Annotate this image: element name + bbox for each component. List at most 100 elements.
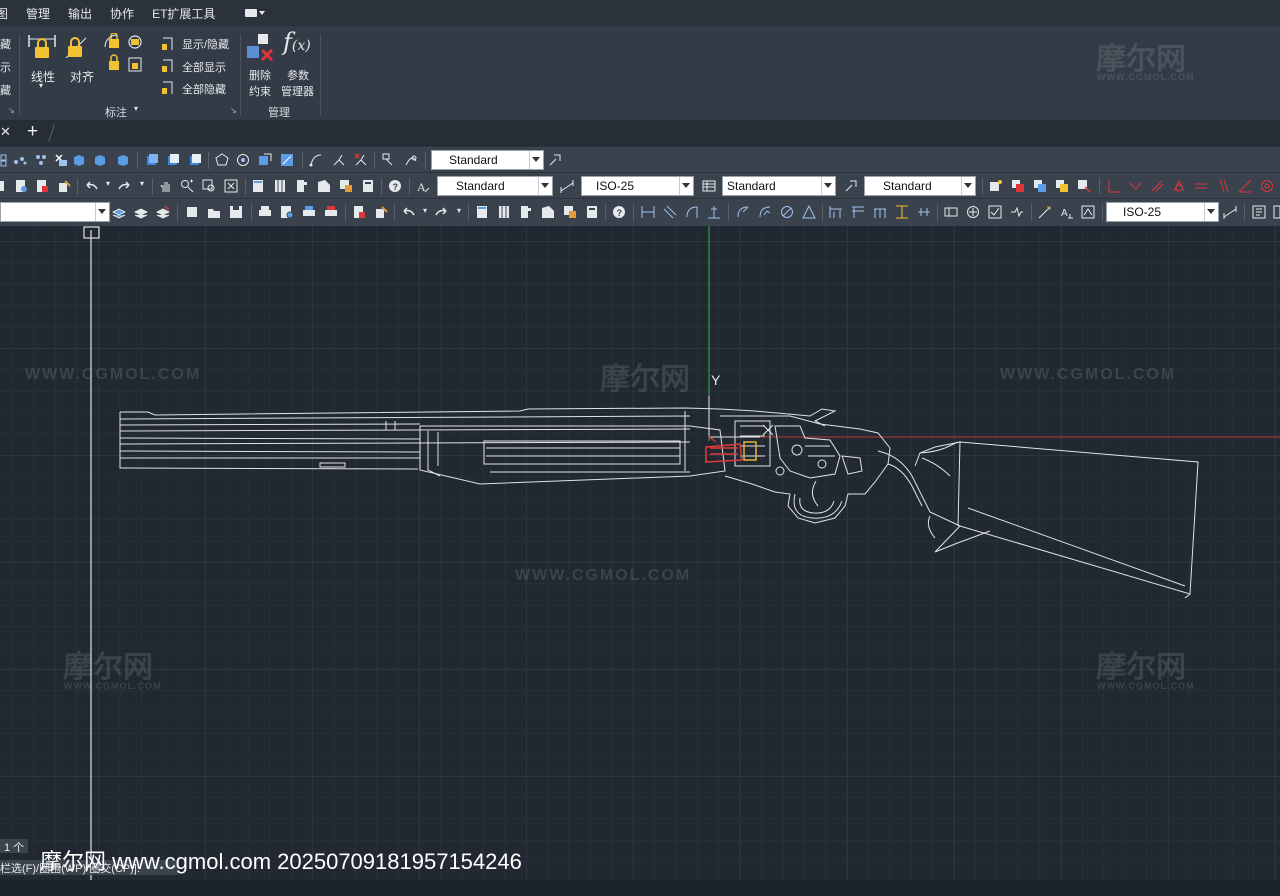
menu-view[interactable]: 图 [0,5,8,22]
dim-arc-icon[interactable] [685,205,699,219]
design-center-icon[interactable] [497,205,511,219]
visual-style-icon[interactable] [215,153,229,167]
print-icon[interactable] [258,205,272,219]
dim-angular-icon[interactable] [802,205,816,219]
publish-icon[interactable] [35,179,49,193]
linear-dimension-icon[interactable] [27,33,57,70]
cube-view-icon[interactable] [93,153,107,167]
menu-manage[interactable]: 管理 [26,5,50,22]
quick-dim-icon[interactable] [829,205,843,219]
dim-diameter-icon[interactable] [780,205,794,219]
multileader-style-combo[interactable]: Standard [864,176,976,196]
cut-label-2[interactable]: 示 [0,59,11,75]
save-icon[interactable] [229,205,243,219]
dim-update-icon[interactable] [1081,205,1095,219]
new-file-icon[interactable] [185,205,199,219]
zoom-realtime-icon[interactable] [180,179,194,193]
layer-change-icon[interactable] [156,205,170,219]
orbit-points-icon[interactable] [34,153,48,167]
dimension-edit-icon[interactable] [1038,205,1052,219]
show-hide-constraint-icon[interactable] [160,36,178,103]
dim-jogged-icon[interactable] [758,205,772,219]
cut-label-1[interactable]: 藏 [0,36,11,52]
zoom-window-icon[interactable] [202,179,216,193]
cube-view-icon[interactable] [116,153,130,167]
chevron-down-icon[interactable]: ▾ [457,206,461,215]
calculator-icon[interactable] [585,205,599,219]
iso-view-icon[interactable] [166,153,180,167]
multileader-style-combo[interactable]: Standard [431,150,544,170]
layer-combo[interactable] [0,202,110,222]
dim-break-icon[interactable] [917,205,931,219]
close-tab-icon[interactable]: ✕ [0,124,11,140]
dimension-style-combo-2[interactable]: ISO-25 [1106,202,1219,222]
dimension-style-combo[interactable]: ISO-25 [581,176,694,196]
multileader-icon[interactable] [332,153,346,167]
workspace-dropdown[interactable] [245,7,267,19]
view-icon[interactable] [0,153,14,167]
layer-properties-icon[interactable] [989,179,1003,193]
text-style-combo[interactable]: Standard [437,176,553,196]
table-style-icon[interactable] [702,179,716,193]
table-style-combo[interactable]: Standard [722,176,836,196]
hide-all-label[interactable]: 全部隐藏 [182,81,226,97]
dim-arc-icon[interactable] [1150,179,1164,193]
annotation-panel-title[interactable]: 标注 [105,104,127,120]
plot-preview-icon[interactable] [280,205,294,219]
menu-output[interactable]: 输出 [68,5,92,22]
parameters-manager-icon[interactable]: f(x) [283,28,311,56]
jogged-linear-icon[interactable] [1010,205,1024,219]
design-center-icon[interactable] [273,179,287,193]
overflow-icon[interactable] [1273,205,1280,219]
layer-previous-icon[interactable] [1033,179,1047,193]
close-view-icon[interactable] [54,153,68,167]
menu-et-extension-tools[interactable]: ET扩展工具 [152,5,215,22]
dim-space-icon[interactable] [895,205,909,219]
layer-stack-icon[interactable] [112,205,126,219]
3d-print-icon[interactable] [324,205,338,219]
layer-isolate-icon[interactable] [1055,179,1069,193]
chevron-down-icon[interactable]: ▾ [106,179,110,188]
text-style-icon[interactable]: A [416,179,430,193]
help-icon[interactable]: ? [612,205,626,219]
pan-hand-icon[interactable] [159,179,173,193]
dimtext-edit-icon[interactable]: A [1060,205,1074,219]
markup-set-icon[interactable] [563,205,577,219]
material-icon[interactable] [258,153,272,167]
zoom-previous-icon[interactable] [224,179,238,193]
dim-linear-icon[interactable] [1107,179,1121,193]
match-brush-icon[interactable] [57,179,71,193]
params-label-1[interactable]: 参数 [287,67,309,83]
dim-aligned-icon[interactable] [1128,179,1142,193]
show-all-label[interactable]: 全部显示 [182,59,226,75]
plot-stamp-icon[interactable] [352,205,366,219]
redo-icon[interactable] [435,205,449,219]
tool-palettes-icon[interactable] [295,179,309,193]
markup-set-icon[interactable] [339,179,353,193]
params-label-2[interactable]: 管理器 [281,83,314,99]
dimension-menu-icon[interactable] [1252,205,1266,219]
inspect-icon[interactable] [988,205,1002,219]
menu-collaborate[interactable]: 协作 [110,5,134,22]
chevron-down-icon[interactable]: ▾ [39,81,43,90]
publish-icon[interactable] [302,205,316,219]
chevron-down-icon[interactable]: ▾ [423,206,427,215]
multileader-align-icon[interactable] [382,153,396,167]
layer-walk-icon[interactable] [1077,179,1091,193]
delete-constraint-label-1[interactable]: 删除 [249,67,271,83]
panel-launcher-icon[interactable]: ↘ [230,106,237,115]
multileader-remove-icon[interactable] [354,153,368,167]
properties-icon[interactable] [251,179,265,193]
angular-lock-icon[interactable] [103,32,149,82]
dim-linear-icon[interactable] [641,205,655,219]
align-label[interactable]: 对齐 [70,68,94,85]
dimension-style-icon[interactable] [1223,205,1237,219]
delete-constraint-icon[interactable] [245,32,275,69]
dim-baseline-icon[interactable] [1194,179,1208,193]
show-hide-label[interactable]: 显示/隐藏 [182,36,229,52]
aligned-dimension-icon[interactable] [64,34,90,67]
print-preview-icon[interactable] [14,179,28,193]
multileader-style-icon[interactable] [548,153,562,167]
match-properties-icon[interactable] [0,179,14,193]
chevron-down-icon[interactable]: ▾ [134,104,138,113]
